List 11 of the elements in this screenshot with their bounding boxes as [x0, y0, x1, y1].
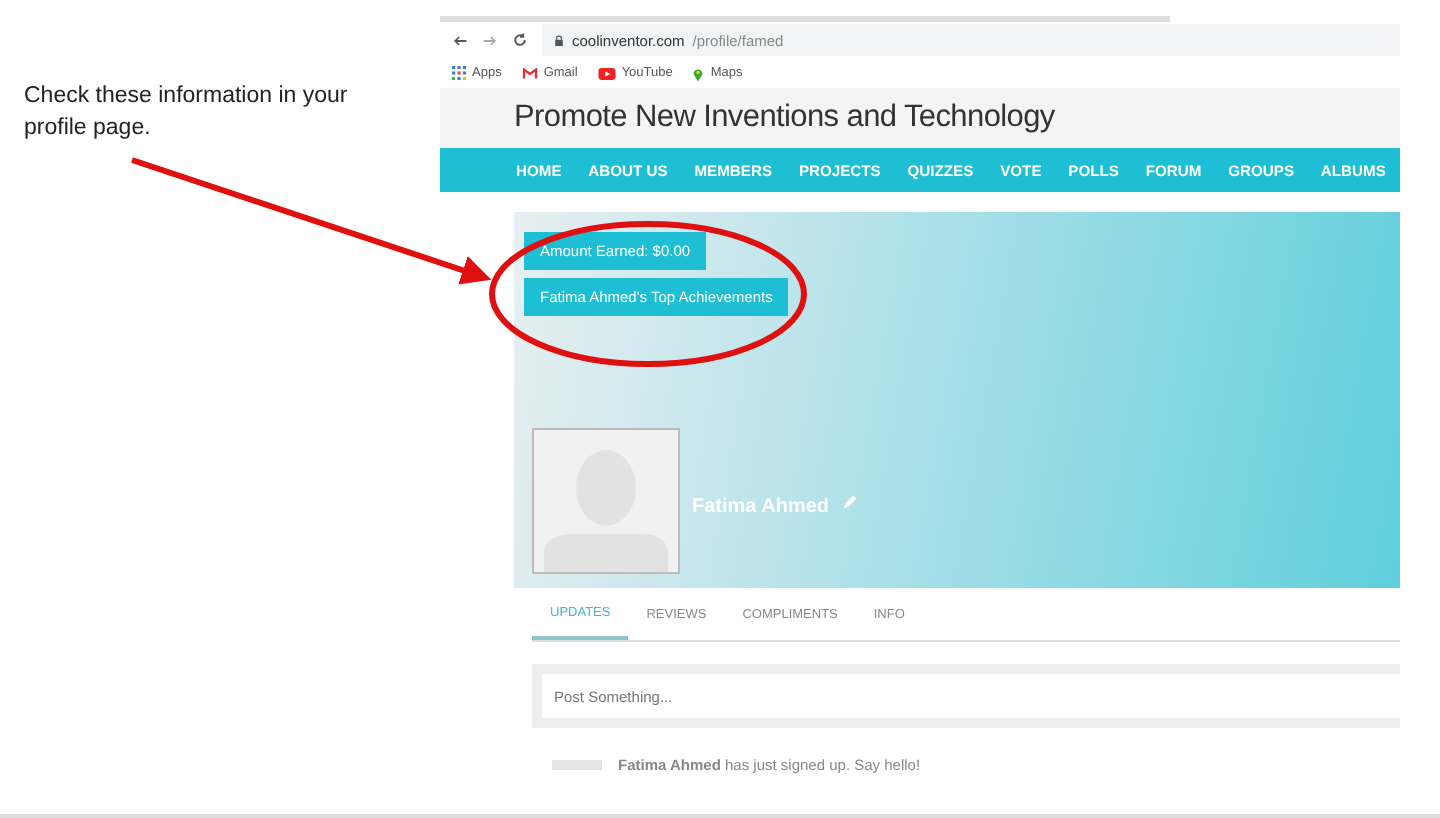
site-title: Promote New Inventions and Technology — [514, 100, 1055, 136]
mail-icon — [521, 67, 538, 79]
avatar-placeholder-icon — [532, 428, 680, 574]
play-icon — [597, 67, 616, 79]
profile-name: Fatima Ahmed — [692, 496, 830, 518]
lock-icon — [554, 33, 564, 47]
grid-icon — [452, 66, 466, 80]
back-arrow-icon[interactable] — [452, 33, 468, 47]
map-pin-icon — [692, 65, 705, 81]
annotation-text: Check these information in your profile page. — [24, 82, 350, 144]
reload-icon[interactable] — [512, 32, 528, 48]
